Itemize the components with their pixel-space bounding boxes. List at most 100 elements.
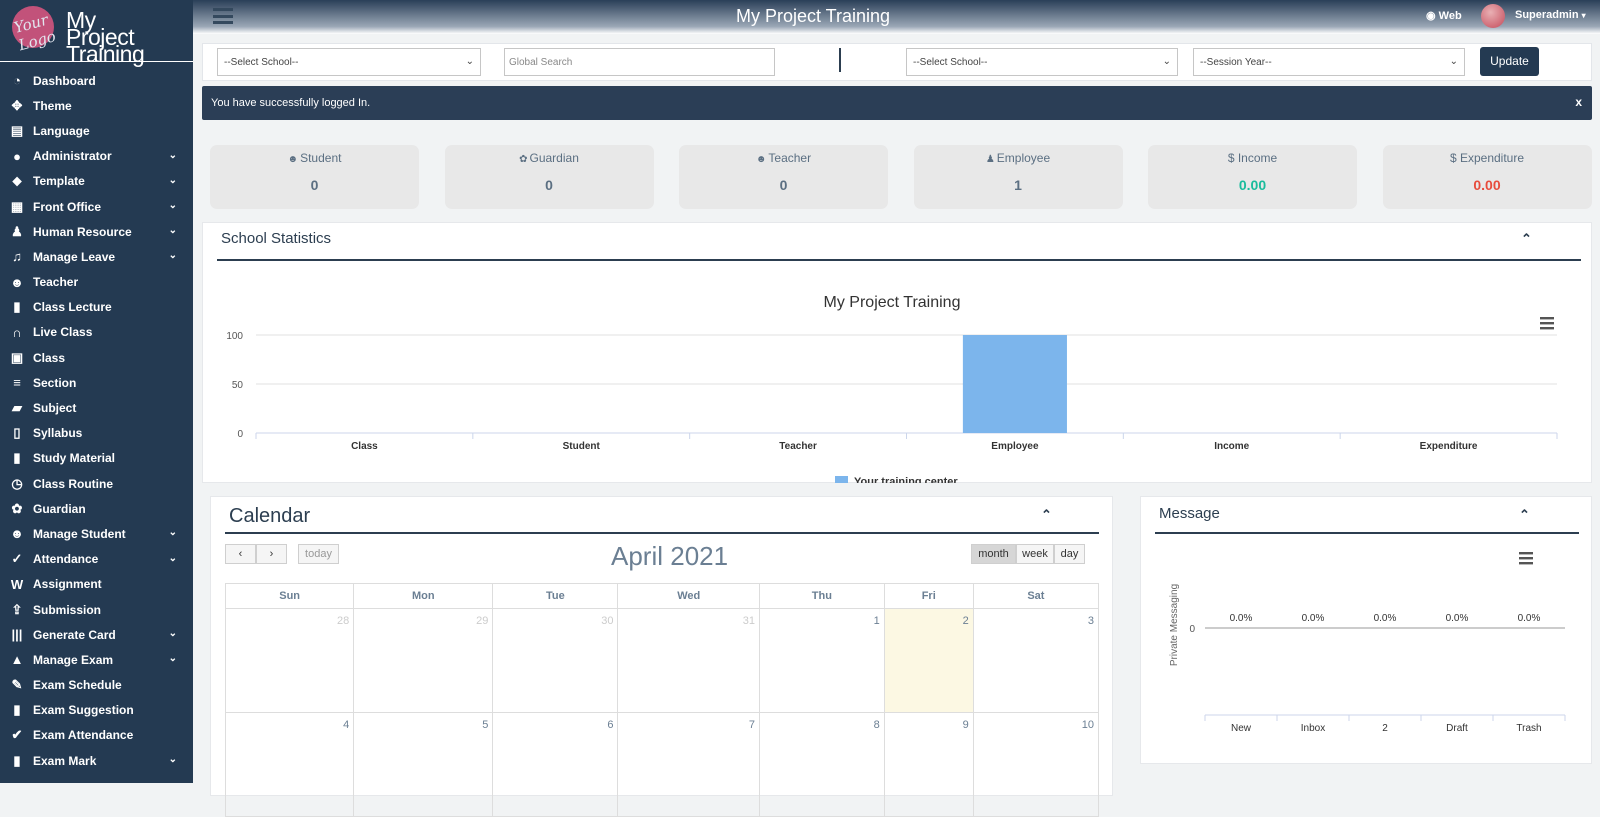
sidebar-item-live-class[interactable]: ∩ Live Class [0, 320, 193, 345]
chevron-down-icon[interactable]: ⌄ [169, 527, 177, 538]
sidebar-item-syllabus[interactable]: ▯ Syllabus [0, 421, 193, 446]
message-chart: Private Messaging 0 New 0.0% Inbox 0.0% 2 0.0% D… [1169, 552, 1566, 734]
brand-logo[interactable]: Your Logo My Project Training [0, 0, 193, 66]
school-select-1[interactable]: --Select School-- ⌄ [217, 48, 481, 76]
update-button[interactable]: Update [1480, 47, 1539, 76]
sidebar-item-template[interactable]: ⬥ Template ⌄ [0, 169, 193, 194]
stat-card-guardian[interactable]: ✿ Guardian 0 [444, 145, 654, 209]
sidebar-item-guardian[interactable]: ✿ Guardian [0, 496, 193, 521]
sidebar-item-manage-leave[interactable]: ♫ Manage Leave ⌄ [0, 244, 193, 269]
web-link[interactable]: ◉ Web [1426, 9, 1462, 22]
sidebar-item-theme[interactable]: ✥ Theme [0, 93, 193, 118]
next-month-button[interactable]: › [256, 544, 287, 564]
global-search-input[interactable]: Global Search [504, 48, 775, 76]
stat-card-student[interactable]: ☻ Student 0 [210, 145, 419, 209]
sidebar-item-class-lecture[interactable]: ▮ Class Lecture [0, 295, 193, 320]
sidebar-item-manage-exam[interactable]: ▲ Manage Exam ⌄ [0, 647, 193, 672]
view-week-button[interactable]: week [1016, 544, 1054, 564]
sidebar-item-language[interactable]: ▤ Language [0, 118, 193, 143]
calendar-day[interactable]: 8 [759, 712, 885, 817]
sidebar-item-manage-student[interactable]: ☻ Manage Student ⌄ [0, 521, 193, 546]
sidebar-item-exam-suggestion[interactable]: ▮ Exam Suggestion [0, 698, 193, 723]
sidebar-item-label: Generate Card [33, 627, 116, 642]
sidebar-item-class[interactable]: ▣ Class [0, 345, 193, 370]
view-month-button[interactable]: month [971, 544, 1016, 564]
school-select-2[interactable]: --Select School-- ⌄ [906, 48, 1178, 76]
calendar-day[interactable]: 7 [617, 712, 761, 817]
bar[interactable] [962, 335, 1067, 433]
chevron-down-icon[interactable]: ⌄ [169, 653, 177, 664]
close-alert-button[interactable]: x [1575, 95, 1582, 109]
chevron-down-icon[interactable]: ⌄ [169, 553, 177, 564]
stat-card-income[interactable]: $ Income 0.00 [1148, 145, 1357, 209]
sidebar-item-exam-attendance[interactable]: ✔ Exam Attendance [0, 723, 193, 748]
collapse-icon[interactable]: ⌃ [1519, 507, 1530, 523]
sidebar-item-label: Subject [33, 401, 77, 416]
calendar-day[interactable]: 5 [353, 712, 494, 817]
calendar-day[interactable]: 1 [759, 608, 885, 713]
data-label: 0.0% [1446, 613, 1469, 624]
top-header: My Project Training ◉ Web Superadmin ▾ [193, 0, 1600, 34]
sidebar-item-human-resource[interactable]: ♟ Human Resource ⌄ [0, 219, 193, 244]
legend-label[interactable]: Your training center [854, 476, 958, 483]
sidebar-item-administrator[interactable]: ● Administrator ⌄ [0, 144, 193, 169]
view-day-button[interactable]: day [1054, 544, 1085, 564]
sidebar-item-study-material[interactable]: ▮ Study Material [0, 446, 193, 471]
chevron-down-icon[interactable]: ⌄ [169, 250, 177, 261]
sidebar-item-front-office[interactable]: ▦ Front Office ⌄ [0, 194, 193, 219]
session-year-select[interactable]: --Session Year-- ⌄ [1193, 48, 1465, 76]
chevron-down-icon[interactable]: ⌄ [169, 150, 177, 161]
sidebar-item-attendance[interactable]: ✓ Attendance ⌄ [0, 547, 193, 572]
chevron-down-icon[interactable]: ⌄ [169, 200, 177, 211]
x-tick-label: Income [1214, 441, 1249, 452]
calendar-day[interactable]: 3 [972, 608, 1100, 713]
sidebar-item-dashboard[interactable]: ◔ Dashboard [0, 68, 193, 93]
calendar-day-today[interactable]: 2 [883, 608, 974, 713]
stat-value: 0.00 [1473, 177, 1501, 193]
chevron-down-icon[interactable]: ⌄ [169, 175, 177, 186]
menu-toggle-icon[interactable] [213, 8, 233, 24]
stat-card-teacher[interactable]: ☻ Teacher 0 [679, 145, 888, 209]
data-label: 0.0% [1302, 613, 1325, 624]
files-icon: ▯ [13, 425, 21, 441]
calendar-day[interactable]: 10 [972, 712, 1100, 817]
chevron-down-icon[interactable]: ⌄ [169, 754, 177, 765]
today-button[interactable]: today [298, 544, 339, 564]
sidebar-item-class-routine[interactable]: ◷ Class Routine [0, 471, 193, 496]
stat-card-employee[interactable]: ♟ Employee 1 [913, 145, 1123, 209]
avatar[interactable] [1481, 4, 1505, 28]
sidebar-item-label: Administrator [33, 149, 112, 164]
user-tie-icon: ♟ [11, 223, 23, 239]
sidebar-item-generate-card[interactable]: ||| Generate Card ⌄ [0, 622, 193, 647]
sidebar-item-teacher[interactable]: ☻ Teacher [0, 270, 193, 295]
sidebar-item-section[interactable]: ≡ Section [0, 370, 193, 395]
chart-menu-icon[interactable] [1540, 317, 1554, 330]
chevron-down-icon[interactable]: ⌄ [169, 628, 177, 639]
sidebar-item-label: Guardian [33, 501, 86, 516]
chevron-down-icon[interactable]: ⌄ [169, 225, 177, 236]
prev-month-button[interactable]: ‹ [225, 544, 256, 564]
sidebar-item-exam-mark[interactable]: ▮ Exam Mark ⌄ [0, 748, 193, 773]
collapse-icon[interactable]: ⌃ [1521, 231, 1532, 247]
stat-card-expenditure[interactable]: $ Expenditure 0.00 [1382, 145, 1592, 209]
sidebar-item-exam-schedule[interactable]: ✎ Exam Schedule [0, 673, 193, 698]
calendar-day[interactable]: 31 [617, 608, 761, 713]
sidebar-item-submission[interactable]: ⇪ Submission [0, 597, 193, 622]
legend-swatch [835, 476, 848, 483]
sidebar-item-label: Manage Exam [33, 652, 114, 667]
calendar-day[interactable]: 6 [492, 712, 619, 817]
x-tick-label: New [1231, 723, 1252, 734]
calendar-day[interactable]: 30 [492, 608, 619, 713]
calendar-day[interactable]: 9 [883, 712, 974, 817]
user-menu[interactable]: Superadmin ▾ [1515, 9, 1586, 21]
weekday-header: Sun [224, 583, 355, 609]
chevron-down-icon: ⌄ [1162, 56, 1171, 67]
calendar-day[interactable]: 29 [353, 608, 494, 713]
calendar-day[interactable]: 28 [224, 608, 355, 713]
calendar-day[interactable]: 4 [224, 712, 355, 817]
collapse-icon[interactable]: ⌃ [1041, 507, 1052, 523]
sidebar-item-label: Manage Student [33, 526, 126, 541]
chart-menu-icon[interactable] [1519, 552, 1533, 565]
sidebar-item-assignment[interactable]: W Assignment [0, 572, 193, 597]
sidebar-item-subject[interactable]: ▰ Subject [0, 395, 193, 420]
